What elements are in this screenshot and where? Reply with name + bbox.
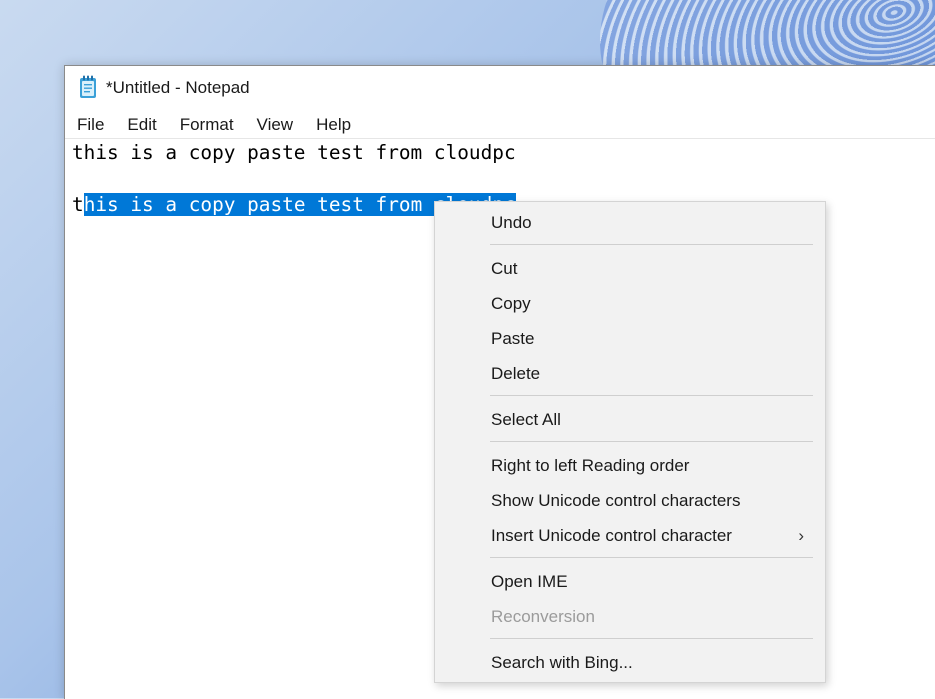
menu-item-search-bing[interactable]: Search with Bing... [436,648,824,678]
menu-bar: File Edit Format View Help [65,112,935,139]
menu-item-undo[interactable]: Undo [436,208,824,238]
menu-item-insert-unicode-label: Insert Unicode control character [491,526,732,545]
menu-item-paste[interactable]: Paste [436,324,824,354]
unselected-text: t [72,193,84,216]
chevron-right-icon: › [798,526,804,545]
menu-item-copy[interactable]: Copy [436,289,824,319]
menu-item-cut[interactable]: Cut [436,254,824,284]
menu-item-show-unicode[interactable]: Show Unicode control characters [436,486,824,516]
title-bar[interactable]: *Untitled - Notepad [65,66,935,110]
menu-edit[interactable]: Edit [120,112,163,138]
menu-help[interactable]: Help [309,112,358,138]
menu-separator [490,557,813,558]
menu-item-reconversion: Reconversion [491,607,595,626]
editor-line-1: this is a copy paste test from cloudpc [72,141,516,164]
notepad-icon [80,75,96,98]
menu-separator [490,395,813,396]
menu-view[interactable]: View [250,112,301,138]
menu-item-select-all[interactable]: Select All [436,405,824,435]
menu-separator [490,244,813,245]
menu-format[interactable]: Format [173,112,241,138]
menu-file[interactable]: File [70,112,111,138]
menu-item-open-ime[interactable]: Open IME [436,567,824,597]
menu-separator [490,441,813,442]
menu-item-rtl-reading-order[interactable]: Right to left Reading order [436,451,824,481]
menu-item-delete[interactable]: Delete [436,359,824,389]
menu-separator [490,638,813,639]
context-menu: Undo Cut Copy Paste Delete Select All Ri… [434,201,826,683]
menu-item-insert-unicode[interactable]: Insert Unicode control character › [436,521,824,551]
window-title: *Untitled - Notepad [106,78,250,97]
